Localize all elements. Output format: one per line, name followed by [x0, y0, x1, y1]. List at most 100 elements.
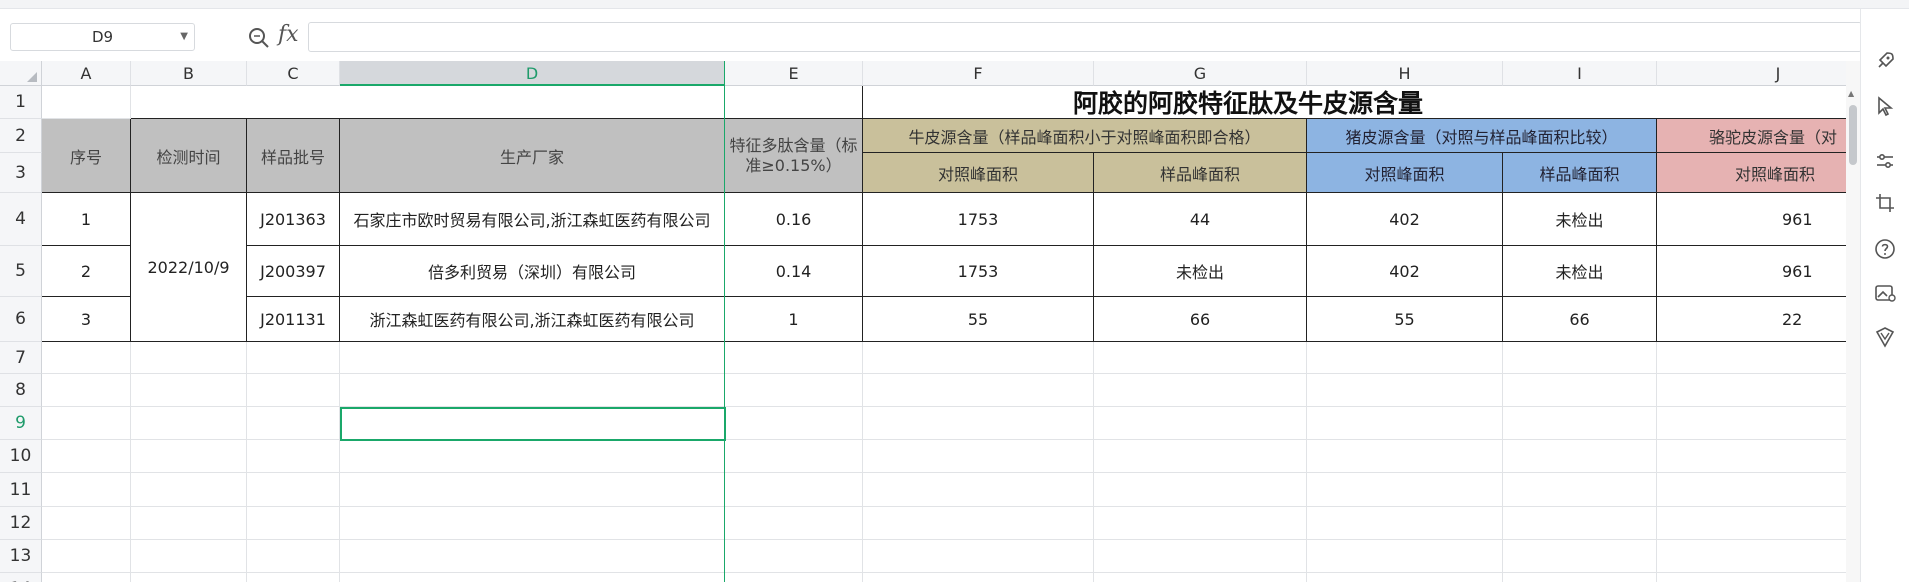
empty-cell[interactable]: [1094, 573, 1307, 582]
empty-cell[interactable]: [1657, 342, 1846, 374]
empty-cell[interactable]: [1657, 573, 1846, 582]
row-header-11[interactable]: 11: [0, 473, 42, 507]
empty-cell[interactable]: [247, 473, 340, 507]
empty-cell[interactable]: [1307, 473, 1503, 507]
row-header-6[interactable]: 6: [0, 297, 42, 342]
header-cattle-source[interactable]: 牛皮源含量（样品峰面积小于对照峰面积即合格）: [863, 119, 1307, 153]
select-all-corner[interactable]: [0, 61, 42, 86]
empty-cell[interactable]: [1094, 342, 1307, 374]
column-header-e[interactable]: E: [725, 61, 863, 86]
empty-cell[interactable]: [725, 573, 863, 582]
row-header-3[interactable]: 3: [0, 153, 42, 193]
empty-cell[interactable]: [725, 342, 863, 374]
empty-cell[interactable]: [1503, 407, 1657, 440]
peptide-cell[interactable]: 0.14: [725, 246, 863, 297]
camel-ref-cell[interactable]: 22: [1657, 297, 1846, 342]
empty-cell[interactable]: [1094, 473, 1307, 507]
header-seq[interactable]: 序号: [42, 119, 131, 193]
empty-cell[interactable]: [1307, 374, 1503, 407]
seq-cell[interactable]: 1: [42, 193, 131, 246]
empty-cell[interactable]: [340, 342, 725, 374]
empty-cell[interactable]: [247, 540, 340, 573]
peptide-cell[interactable]: 1: [725, 297, 863, 342]
empty-cell[interactable]: [247, 440, 340, 473]
cattle-sample-cell[interactable]: 66: [1094, 297, 1307, 342]
empty-cell[interactable]: [1307, 440, 1503, 473]
empty-cell[interactable]: [131, 86, 725, 119]
pig-sample-cell[interactable]: 未检出: [1503, 246, 1657, 297]
empty-cell[interactable]: [863, 473, 1094, 507]
empty-cell[interactable]: [1503, 374, 1657, 407]
column-header-j[interactable]: J: [1657, 61, 1846, 86]
cattle-ref-cell[interactable]: 55: [863, 297, 1094, 342]
help-icon[interactable]: [1873, 237, 1897, 261]
empty-cell[interactable]: [42, 407, 131, 440]
empty-cell[interactable]: [42, 440, 131, 473]
crop-icon[interactable]: [1873, 191, 1897, 215]
empty-cell[interactable]: [42, 507, 131, 540]
empty-cell[interactable]: [1503, 342, 1657, 374]
empty-cell[interactable]: [725, 540, 863, 573]
empty-cell[interactable]: [131, 507, 247, 540]
row-header-1[interactable]: 1: [0, 86, 42, 119]
row-header-14[interactable]: 14: [0, 573, 42, 582]
empty-cell[interactable]: [1657, 507, 1846, 540]
header-pig-ref-area[interactable]: 对照峰面积: [1307, 153, 1503, 193]
empty-cell[interactable]: [725, 440, 863, 473]
empty-cell[interactable]: [247, 407, 340, 440]
empty-cell[interactable]: [725, 507, 863, 540]
row-header-13[interactable]: 13: [0, 540, 42, 573]
empty-cell[interactable]: [1503, 540, 1657, 573]
empty-cell[interactable]: [42, 374, 131, 407]
empty-cell[interactable]: [247, 374, 340, 407]
empty-cell[interactable]: [1307, 540, 1503, 573]
header-peptide-content[interactable]: 特征多肽含量（标准≥0.15%）: [725, 119, 863, 193]
row-header-10[interactable]: 10: [0, 440, 42, 473]
empty-cell[interactable]: [42, 540, 131, 573]
row-header-7[interactable]: 7: [0, 342, 42, 374]
empty-cell[interactable]: [1094, 440, 1307, 473]
header-pig-sample-area[interactable]: 样品峰面积: [1503, 153, 1657, 193]
empty-cell[interactable]: [725, 407, 863, 440]
header-cattle-sample-area[interactable]: 样品峰面积: [1094, 153, 1307, 193]
empty-cell[interactable]: [1094, 507, 1307, 540]
cattle-sample-cell[interactable]: 44: [1094, 193, 1307, 246]
empty-cell[interactable]: [1307, 573, 1503, 582]
batch-cell[interactable]: J201131: [247, 297, 340, 342]
scroll-up-arrow-icon[interactable]: ▲: [1848, 89, 1854, 98]
cattle-ref-cell[interactable]: 1753: [863, 246, 1094, 297]
peptide-cell[interactable]: 0.16: [725, 193, 863, 246]
empty-cell[interactable]: [725, 374, 863, 407]
empty-cell[interactable]: [863, 507, 1094, 540]
pig-sample-cell[interactable]: 66: [1503, 297, 1657, 342]
header-test-time[interactable]: 检测时间: [131, 119, 247, 193]
empty-cell[interactable]: [1307, 342, 1503, 374]
active-cell-selection[interactable]: [340, 407, 726, 441]
empty-cell[interactable]: [1503, 473, 1657, 507]
row-header-5[interactable]: 5: [0, 246, 42, 297]
empty-cell[interactable]: [1657, 407, 1846, 440]
empty-cell[interactable]: [131, 440, 247, 473]
header-camel-ref-area[interactable]: 对照峰面积: [1657, 153, 1846, 193]
test-date-cell[interactable]: 2022/10/9: [131, 193, 247, 342]
column-header-c[interactable]: C: [247, 61, 340, 86]
empty-cell[interactable]: [131, 407, 247, 440]
column-header-a[interactable]: A: [42, 61, 131, 86]
empty-cell[interactable]: [131, 573, 247, 582]
manufacturer-cell[interactable]: 石家庄市欧时贸易有限公司,浙江森虹医药有限公司: [340, 193, 725, 246]
cattle-ref-cell[interactable]: 1753: [863, 193, 1094, 246]
empty-cell[interactable]: [247, 342, 340, 374]
empty-cell[interactable]: [42, 473, 131, 507]
row-header-12[interactable]: 12: [0, 507, 42, 540]
empty-cell[interactable]: [1657, 440, 1846, 473]
header-manufacturer[interactable]: 生产厂家: [340, 119, 725, 193]
rocket-icon[interactable]: [1873, 49, 1897, 73]
empty-cell[interactable]: [247, 507, 340, 540]
header-pig-source[interactable]: 猪皮源含量（对照与样品峰面积比较）: [1307, 119, 1657, 153]
empty-cell[interactable]: [863, 407, 1094, 440]
empty-cell[interactable]: [340, 374, 725, 407]
image-edit-icon[interactable]: [1873, 281, 1897, 305]
empty-cell[interactable]: [1094, 374, 1307, 407]
pig-sample-cell[interactable]: 未检出: [1503, 193, 1657, 246]
header-cattle-ref-area[interactable]: 对照峰面积: [863, 153, 1094, 193]
